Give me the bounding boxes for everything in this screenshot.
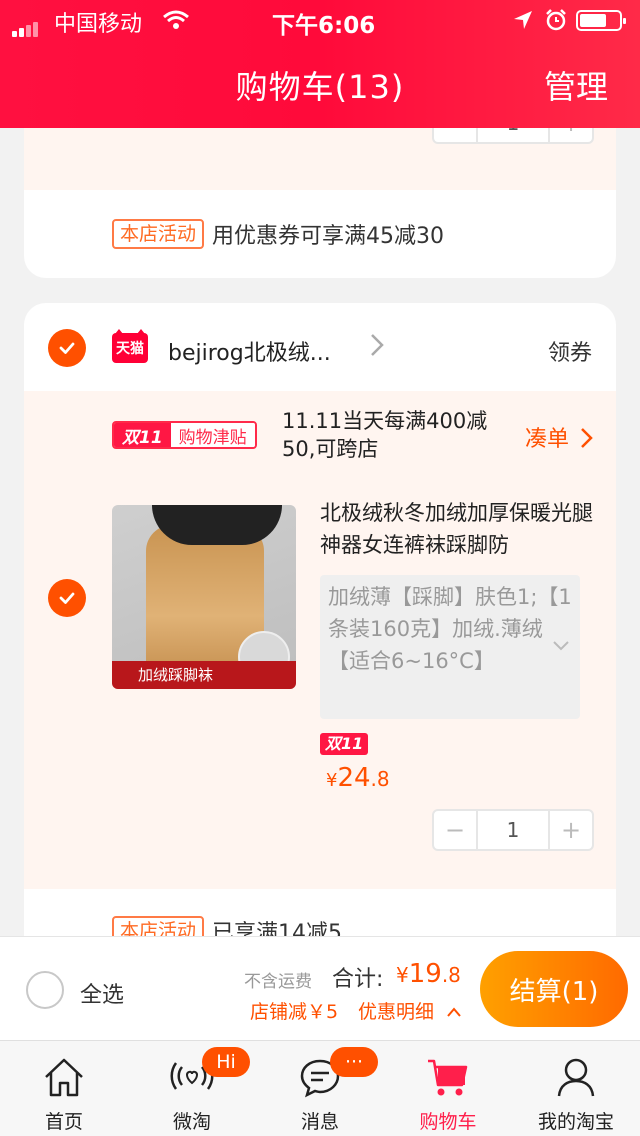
price-decimal: .8 [370, 767, 390, 791]
shop-card-previous: − 1 + 本店活动 用优惠券可享满45减30 [24, 128, 616, 278]
checkout-bar: 全选 不含运费 合计: ¥19.8 店铺减￥5 优惠明细 结算(1) [0, 936, 640, 1040]
wifi-icon [162, 9, 190, 37]
discount-detail-label: 优惠明细 [358, 1001, 435, 1023]
add-on-button[interactable]: 凑单 [525, 421, 594, 453]
shop-promo[interactable]: 本店活动 已享满14减5 [112, 915, 342, 936]
status-time: 下午6:06 [272, 13, 376, 39]
quantity-stepper[interactable]: − 1 + [432, 809, 594, 851]
home-icon [45, 1058, 83, 1097]
cart-list[interactable]: − 1 + 本店活动 用优惠券可享满45减30 天猫 bejirog北极绒...… [0, 128, 640, 936]
chevron-right-icon [581, 428, 593, 448]
cart-icon [428, 1059, 468, 1096]
select-all-checkbox[interactable] [26, 971, 64, 1009]
item-price: ¥24.8 [326, 763, 390, 793]
subsidy-text: 11.11当天每满400减50,可跨店 [282, 409, 488, 461]
total-label: 合计: [332, 967, 384, 992]
sku-text: 加绒薄【踩脚】肤色1;【1条装160克】加绒.薄绒【适合6~16°C】 [328, 585, 572, 673]
price-currency: ¥ [326, 770, 338, 791]
decrement-button[interactable]: − [434, 811, 476, 849]
price-integer: 24 [337, 763, 371, 793]
chevron-up-icon [447, 1007, 461, 1017]
tab-label: 微淘 [172, 1111, 211, 1133]
tab-messages[interactable]: 消息 ··· [256, 1041, 384, 1136]
status-bar: 中国移动 下午6:06 [0, 0, 640, 40]
cart-item[interactable]: 加绒踩脚袜 北极绒秋冬加绒加厚保暖光腿神器女连裤袜踩脚防 加绒薄【踩脚】肤色1;… [24, 481, 616, 889]
store-promo-text: 用优惠券可享满45减30 [212, 224, 445, 249]
shop-card: 天猫 bejirog北极绒... 领券 双11 购物津贴 11.11当天每满40… [24, 303, 616, 936]
profile-icon [557, 1058, 595, 1097]
shop-select-checkbox[interactable] [48, 329, 86, 367]
signal-icon [12, 12, 40, 37]
get-coupon-button[interactable]: 领券 [548, 335, 592, 367]
settle-button[interactable]: 结算(1) [480, 951, 628, 1027]
tab-cart[interactable]: 购物车 [384, 1041, 512, 1136]
sku-selector[interactable]: 加绒薄【踩脚】肤色1;【1条装160克】加绒.薄绒【适合6~16°C】 [320, 575, 580, 719]
select-all-label[interactable]: 全选 [80, 977, 124, 1009]
check-icon [59, 592, 75, 604]
decrement-button[interactable]: − [434, 128, 476, 142]
double11-label: 双11 [114, 423, 171, 447]
store-promo-text: 已享满14减5 [212, 921, 343, 936]
add-on-label: 凑单 [524, 427, 569, 452]
battery-icon [576, 10, 626, 31]
notification-bubble: Hi [202, 1047, 250, 1077]
tmall-badge: 天猫 [112, 329, 148, 363]
shop-discount: 店铺减￥5 [250, 1001, 339, 1023]
tab-label: 消息 [300, 1111, 339, 1133]
subsidy-banner[interactable]: 双11 购物津贴 11.11当天每满400减50,可跨店 凑单 [24, 391, 616, 481]
subsidy-label: 购物津贴 [170, 423, 255, 447]
alarm-icon [544, 8, 568, 38]
product-image-caption: 加绒踩脚袜 [112, 661, 296, 689]
product-title[interactable]: 北极绒秋冬加绒加厚保暖光腿神器女连裤袜踩脚防 [320, 497, 600, 561]
quantity-value[interactable]: 1 [476, 128, 550, 142]
double11-subsidy-tag: 双11 购物津贴 [112, 421, 257, 449]
shop-promo-previous[interactable]: 本店活动 用优惠券可享满45减30 [112, 218, 444, 250]
total-currency: ¥ [396, 963, 409, 987]
total-amount: ¥19.8 [396, 959, 461, 989]
tab-profile[interactable]: 我的淘宝 [512, 1041, 640, 1136]
product-image[interactable]: 加绒踩脚袜 [112, 505, 296, 689]
shipping-note: 不含运费 [244, 972, 312, 992]
carrier-name: 中国移动 [54, 12, 143, 37]
discount-detail-button[interactable]: 优惠明细 [358, 997, 462, 1024]
item-select-checkbox[interactable] [48, 579, 86, 617]
notification-bubble: ··· [330, 1047, 378, 1077]
tab-label: 首页 [44, 1111, 83, 1133]
manage-button[interactable]: 管理 [544, 62, 608, 108]
location-icon [512, 9, 534, 37]
tab-bar: 首页 微淘 Hi 消息 ··· 购物车 我的淘宝 [0, 1040, 640, 1136]
store-promo-tag: 本店活动 [112, 916, 205, 936]
chevron-down-icon [552, 631, 570, 663]
quantity-value[interactable]: 1 [476, 811, 550, 849]
tab-label: 购物车 [419, 1111, 477, 1133]
header: 中国移动 下午6:06 购物车(13) 管理 [0, 0, 640, 128]
total-decimal: .8 [441, 963, 461, 987]
shop-name[interactable]: bejirog北极绒... [168, 335, 331, 367]
increment-button[interactable]: + [550, 128, 592, 142]
store-promo-tag: 本店活动 [112, 219, 205, 249]
total-integer: 19 [408, 959, 442, 989]
tab-home[interactable]: 首页 [0, 1041, 128, 1136]
tab-weitao[interactable]: 微淘 Hi [128, 1041, 256, 1136]
double11-badge: 双11 [320, 733, 369, 755]
increment-button[interactable]: + [550, 811, 592, 849]
check-icon [59, 342, 75, 354]
quantity-stepper-previous[interactable]: − 1 + [432, 128, 594, 144]
chevron-right-icon[interactable] [370, 333, 384, 363]
tab-label: 我的淘宝 [537, 1111, 614, 1133]
